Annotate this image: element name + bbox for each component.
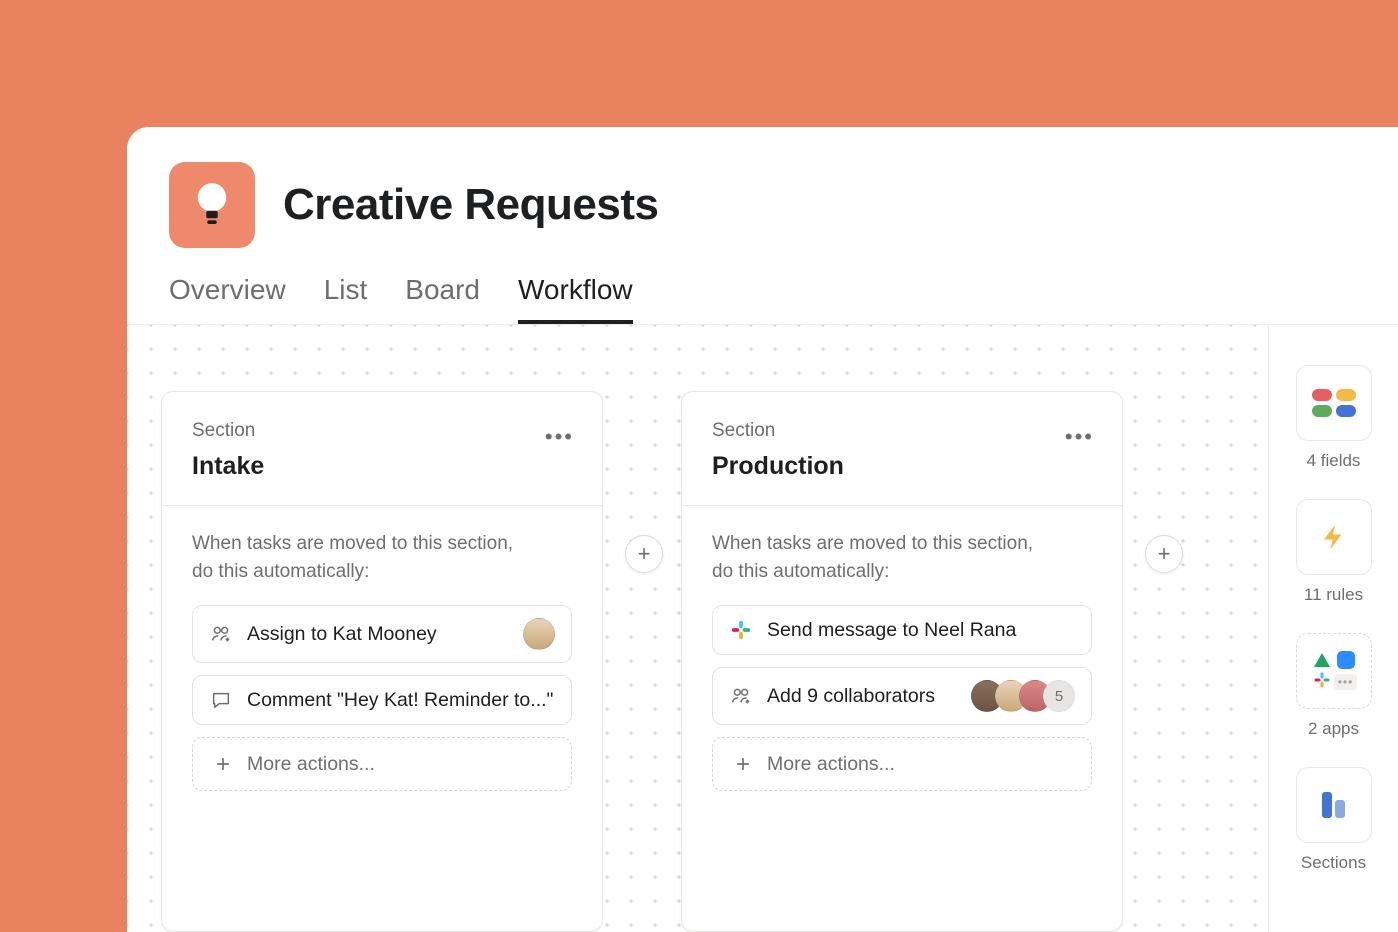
rail-rules-label: 11 rules [1304, 585, 1363, 605]
apps-icon: ••• [1312, 651, 1356, 691]
rule-text: Send message to Neel Rana [767, 619, 1016, 642]
rail-sections-card[interactable] [1296, 767, 1372, 843]
rule-text: Assign to Kat Mooney [247, 623, 437, 646]
avatar-count: 5 [1043, 680, 1075, 712]
assign-icon [209, 622, 233, 646]
bolt-icon [1319, 522, 1349, 552]
auto-suffix: do this automatically: [192, 561, 369, 582]
rail-sections-label: Sections [1301, 853, 1366, 873]
collaborators-icon [729, 684, 753, 708]
more-actions-button[interactable]: More actions... [712, 737, 1092, 791]
rule-text: Add 9 collaborators [767, 685, 935, 708]
project-icon [169, 162, 255, 248]
avatar [523, 618, 555, 650]
tab-board[interactable]: Board [405, 274, 480, 324]
sections-icon [1322, 792, 1345, 818]
gdrive-icon [1314, 653, 1330, 667]
add-section-button[interactable]: + [625, 535, 663, 573]
section-card-production[interactable]: ••• Section Production When tasks are mo… [681, 391, 1123, 932]
more-actions-label: More actions... [767, 753, 895, 776]
zoom-icon [1337, 651, 1355, 669]
avatar-stack: 5 [971, 680, 1075, 712]
rail-apps-card[interactable]: ••• [1296, 633, 1372, 709]
project-title: Creative Requests [283, 180, 658, 230]
section-card-intake[interactable]: ••• Section Intake When tasks are moved … [161, 391, 603, 932]
project-header: Creative Requests Overview List Board Wo… [127, 127, 1398, 324]
section-name: Intake [192, 452, 572, 481]
tabs: Overview List Board Workflow [169, 274, 1356, 324]
section-label: Section [192, 420, 572, 442]
rail-apps-label: 2 apps [1308, 719, 1359, 739]
app-window: Creative Requests Overview List Board Wo… [127, 127, 1398, 932]
automation-hint: When tasks are moved to this section, do… [712, 530, 1092, 585]
automation-hint: When tasks are moved to this section, do… [192, 530, 572, 585]
auto-prefix: When tasks are moved to this section, [712, 533, 1033, 554]
tab-workflow[interactable]: Workflow [518, 274, 633, 324]
plus-icon [211, 752, 235, 776]
rail-fields-card[interactable] [1296, 365, 1372, 441]
tab-list[interactable]: List [324, 274, 368, 324]
rule-text: Comment "Hey Kat! Reminder to..." [247, 689, 553, 712]
rule-assign[interactable]: Assign to Kat Mooney [192, 605, 572, 663]
section-name: Production [712, 452, 1092, 481]
rule-comment[interactable]: Comment "Hey Kat! Reminder to..." [192, 675, 572, 725]
slack-icon [729, 618, 753, 642]
auto-suffix: do this automatically: [712, 561, 889, 582]
plus-icon [731, 752, 755, 776]
section-label: Section [712, 420, 1092, 442]
workflow-canvas: ••• Section Intake When tasks are moved … [127, 324, 1398, 932]
more-apps-icon: ••• [1334, 674, 1358, 690]
more-icon[interactable]: ••• [545, 424, 574, 450]
right-rail: 4 fields 11 rules ••• 2 apps [1268, 325, 1398, 932]
add-section-button[interactable]: + [1145, 535, 1183, 573]
auto-prefix: When tasks are moved to this section, [192, 533, 513, 554]
rail-rules-card[interactable] [1296, 499, 1372, 575]
rule-collaborators[interactable]: Add 9 collaborators 5 [712, 667, 1092, 725]
more-actions-label: More actions... [247, 753, 375, 776]
tab-overview[interactable]: Overview [169, 274, 286, 324]
rule-slack[interactable]: Send message to Neel Rana [712, 605, 1092, 655]
more-icon[interactable]: ••• [1065, 424, 1094, 450]
slack-icon [1313, 671, 1331, 694]
comment-icon [209, 688, 233, 712]
rail-fields-label: 4 fields [1307, 451, 1361, 471]
more-actions-button[interactable]: More actions... [192, 737, 572, 791]
fields-icon [1312, 389, 1356, 417]
lightbulb-icon [193, 180, 231, 230]
